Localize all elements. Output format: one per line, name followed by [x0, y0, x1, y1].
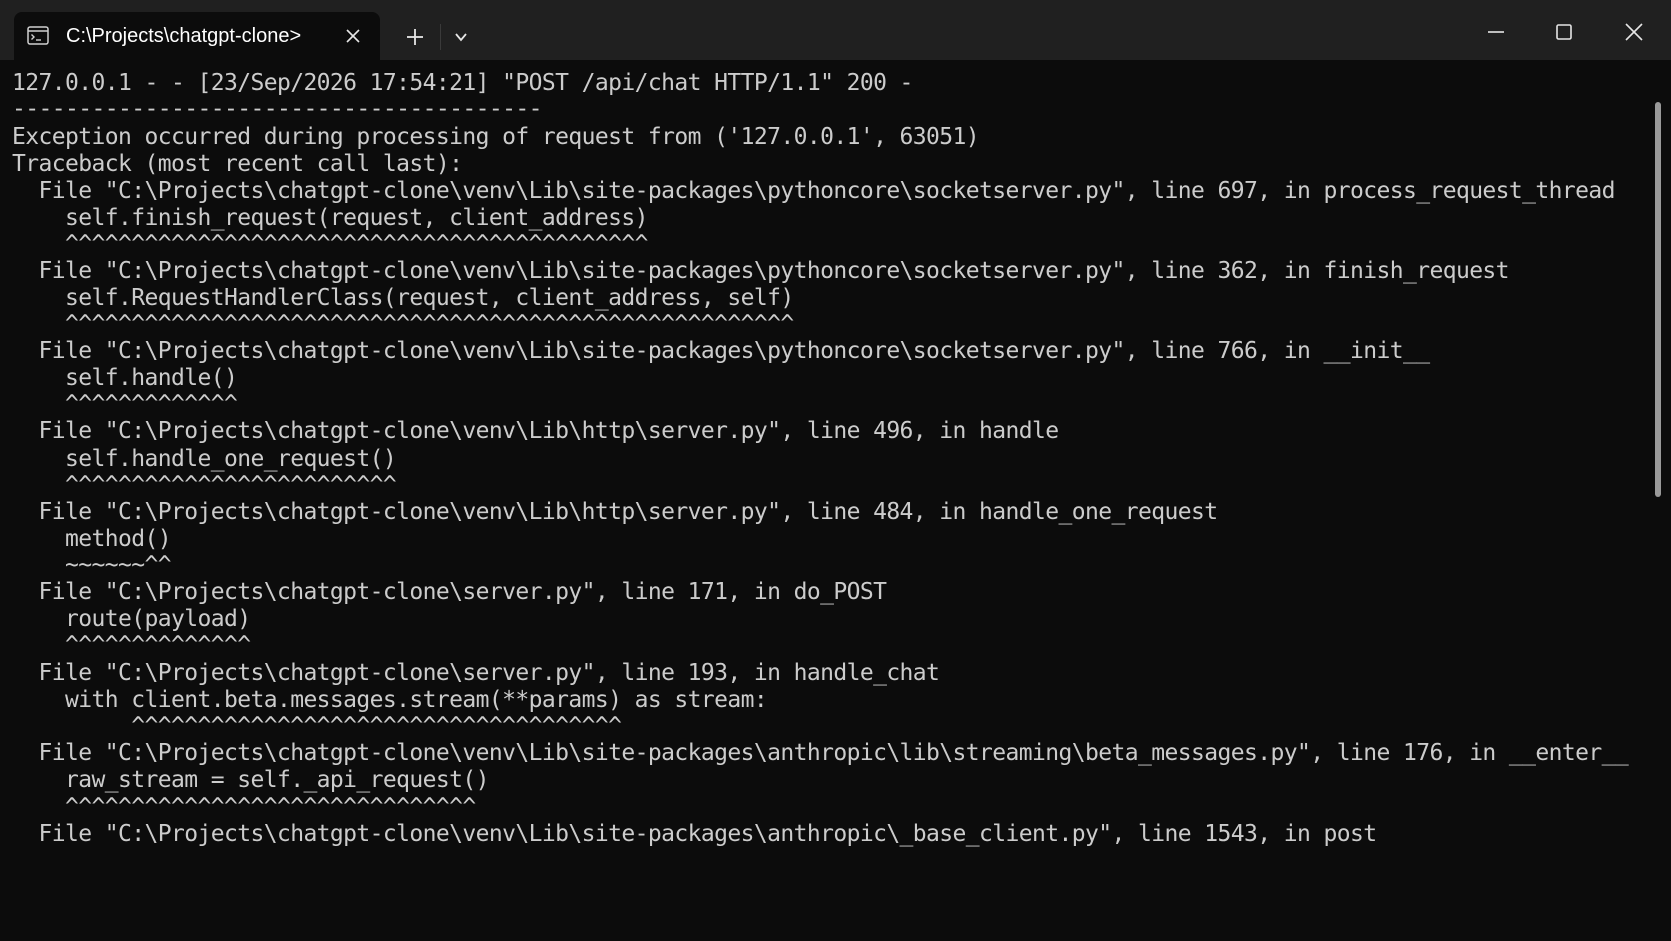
- terminal-icon: [27, 25, 49, 47]
- console-line: File "C:\Projects\chatgpt-clone\venv\Lib…: [12, 418, 1059, 444]
- minimize-button[interactable]: [1470, 12, 1522, 52]
- close-icon[interactable]: [342, 25, 364, 47]
- title-bar: C:\Projects\chatgpt-clone>: [0, 0, 1671, 60]
- console-line: self.RequestHandlerClass(request, client…: [12, 285, 794, 311]
- new-tab-button[interactable]: [398, 20, 432, 54]
- console-line: File "C:\Projects\chatgpt-clone\venv\Lib…: [12, 821, 1377, 847]
- plus-icon: [407, 29, 423, 45]
- terminal-window: C:\Projects\chatgpt-clone> 127.0.0.1 - -…: [0, 0, 1671, 941]
- console-line: File "C:\Projects\chatgpt-clone\server.p…: [12, 579, 887, 605]
- titlebar-divider: [440, 24, 441, 50]
- console-line: File "C:\Projects\chatgpt-clone\venv\Lib…: [12, 258, 1509, 284]
- window-close-button[interactable]: [1608, 12, 1660, 52]
- console-line: 127.0.0.1 - - [23/Sep/2026 17:54:21] "PO…: [12, 70, 913, 96]
- maximize-button[interactable]: [1538, 12, 1590, 52]
- console-line: route(payload): [12, 606, 251, 632]
- tab-terminal[interactable]: C:\Projects\chatgpt-clone>: [14, 12, 380, 60]
- vertical-scrollbar[interactable]: [1655, 102, 1661, 497]
- console-line: File "C:\Projects\chatgpt-clone\venv\Lib…: [12, 740, 1629, 766]
- console-line: raw_stream = self._api_request(): [12, 767, 490, 793]
- console-line: with client.beta.messages.stream(**param…: [12, 687, 768, 713]
- console-line: Traceback (most recent call last):: [12, 151, 463, 177]
- console-line: ^^^^^^^^^^^^^: [12, 391, 238, 417]
- console-line: ^^^^^^^^^^^^^^: [12, 632, 251, 658]
- console-line: method(): [12, 526, 172, 552]
- console-line: self.finish_request(request, client_addr…: [12, 205, 648, 231]
- console-output[interactable]: 127.0.0.1 - - [23/Sep/2026 17:54:21] "PO…: [0, 60, 1655, 941]
- tab-title: C:\Projects\chatgpt-clone>: [66, 25, 302, 47]
- console-line: ^^^^^^^^^^^^^^^^^^^^^^^^^^^^^^^^^^^^^: [12, 713, 622, 739]
- console-line: ^^^^^^^^^^^^^^^^^^^^^^^^^^^^^^^^^^^^^^^^…: [12, 311, 794, 337]
- console-line: ^^^^^^^^^^^^^^^^^^^^^^^^^: [12, 472, 397, 498]
- chevron-down-icon: [455, 33, 467, 42]
- maximize-icon: [1556, 24, 1572, 40]
- console-line: ~~~~~~^^: [12, 552, 172, 578]
- console-line: self.handle_one_request(): [12, 446, 397, 472]
- tab-dropdown-button[interactable]: [444, 20, 478, 54]
- console-line: Exception occurred during processing of …: [12, 124, 980, 150]
- console-line: File "C:\Projects\chatgpt-clone\server.p…: [12, 660, 940, 686]
- console-line: File "C:\Projects\chatgpt-clone\venv\Lib…: [12, 338, 1430, 364]
- console-line: ----------------------------------------: [12, 96, 542, 122]
- console-line: ^^^^^^^^^^^^^^^^^^^^^^^^^^^^^^^^^^^^^^^^…: [12, 231, 648, 257]
- console-line: File "C:\Projects\chatgpt-clone\venv\Lib…: [12, 499, 1218, 525]
- console-line: File "C:\Projects\chatgpt-clone\venv\Lib…: [12, 178, 1615, 204]
- close-icon: [1625, 23, 1643, 41]
- console-line: self.handle(): [12, 365, 238, 391]
- minimize-icon: [1488, 31, 1504, 33]
- console-line: ^^^^^^^^^^^^^^^^^^^^^^^^^^^^^^^: [12, 794, 476, 820]
